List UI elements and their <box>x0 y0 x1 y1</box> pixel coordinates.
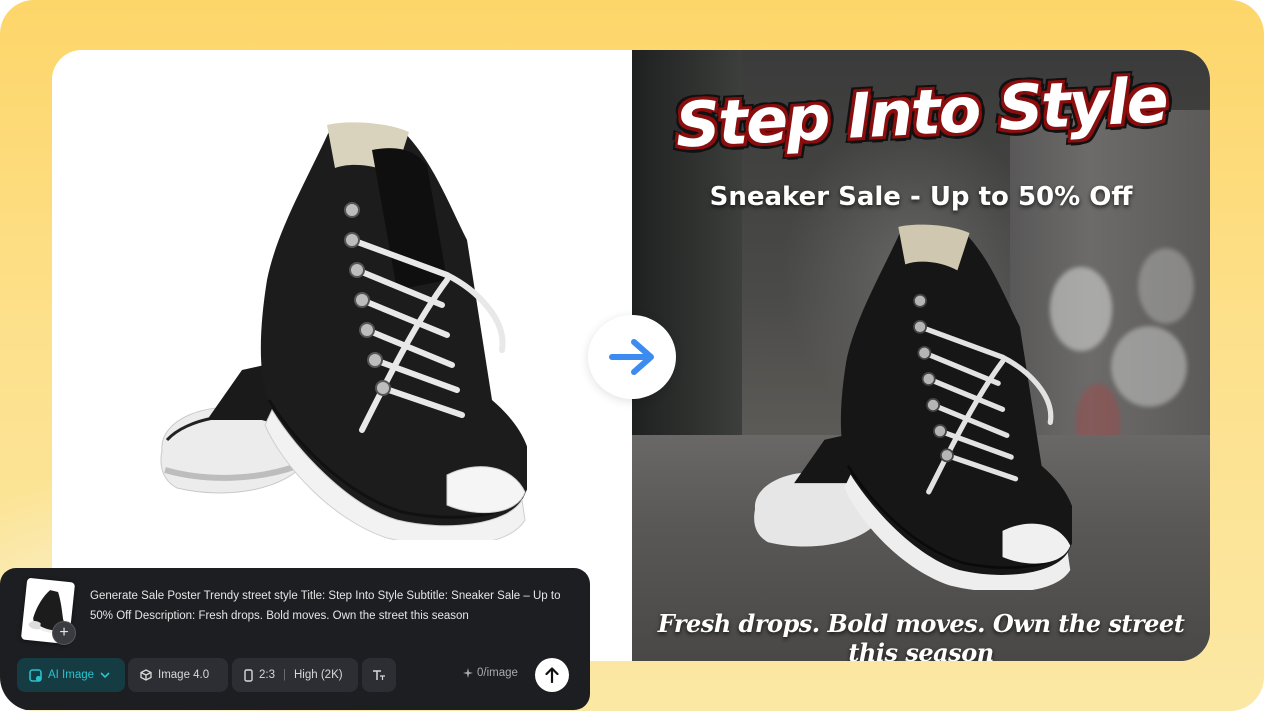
cube-icon <box>140 669 152 681</box>
model-selector[interactable]: Image 4.0 <box>128 658 228 692</box>
generation-toolbar: AI Image Image 4.0 2:3 | High (2K) 0/ima… <box>17 658 573 692</box>
sparkle-icon <box>463 668 473 678</box>
background-frame: Step Into Style Sneaker Sale - Up to 50%… <box>0 0 1264 711</box>
mode-label: AI Image <box>48 669 95 681</box>
original-sneaker-image <box>160 122 527 540</box>
poster-subtitle: Sneaker Sale - Up to 50% Off <box>709 182 1133 212</box>
front-shoe <box>260 122 527 540</box>
arrow-up-icon <box>545 667 559 683</box>
separator: | <box>283 669 286 681</box>
generated-poster-pane: Step Into Style Sneaker Sale - Up to 50%… <box>632 50 1210 661</box>
quality-label: High (2K) <box>294 669 343 681</box>
text-format-icon <box>373 670 385 680</box>
prompt-panel: + Generate Sale Poster Trendy street sty… <box>0 568 590 710</box>
add-image-button[interactable]: + <box>52 621 76 645</box>
text-style-button[interactable] <box>362 658 396 692</box>
model-label: Image 4.0 <box>158 669 210 681</box>
transform-arrow-badge <box>588 315 676 399</box>
ratio-label: 2:3 <box>259 669 275 681</box>
portrait-ratio-icon <box>244 668 253 682</box>
arrow-right-icon <box>609 339 654 375</box>
send-button[interactable] <box>535 658 569 692</box>
credit-cost-label: 0/image <box>477 667 518 679</box>
poster-description: Fresh drops. Bold moves. Own the street … <box>657 609 1185 661</box>
chevron-down-icon <box>100 671 110 678</box>
poster-sneaker-image <box>754 224 1072 590</box>
prompt-input[interactable]: Generate Sale Poster Trendy street style… <box>90 586 568 626</box>
ratio-quality-selector[interactable]: 2:3 | High (2K) <box>232 658 358 692</box>
ai-image-icon <box>29 668 42 682</box>
mode-selector[interactable]: AI Image <box>17 658 125 692</box>
credit-cost: 0/image <box>463 667 518 679</box>
